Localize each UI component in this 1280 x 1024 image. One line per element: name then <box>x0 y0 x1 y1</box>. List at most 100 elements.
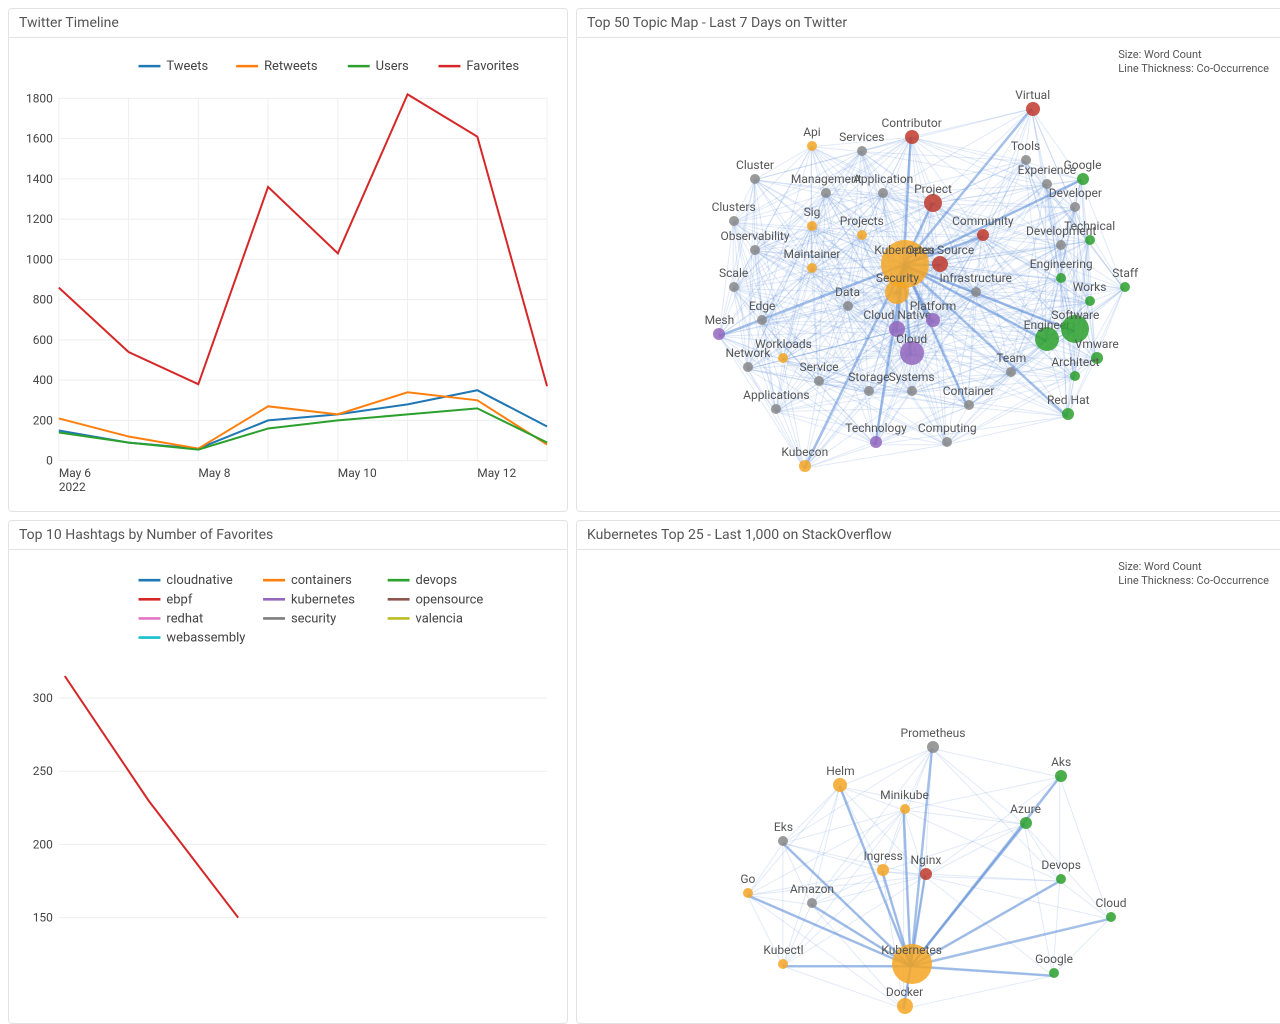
topic-node[interactable] <box>833 778 847 792</box>
topic-node[interactable] <box>964 400 974 410</box>
topic-node[interactable] <box>729 216 739 226</box>
topic-node[interactable] <box>1006 367 1016 377</box>
svg-text:Retweets: Retweets <box>264 59 318 74</box>
topic-node[interactable] <box>1070 371 1080 381</box>
topic-node[interactable] <box>926 313 940 327</box>
topic-node[interactable] <box>864 386 874 396</box>
topic-node[interactable] <box>1085 235 1095 245</box>
topic-node-label: Docker <box>886 985 923 999</box>
topic-node[interactable] <box>881 240 929 288</box>
topic-node[interactable] <box>920 868 932 880</box>
topic-node[interactable] <box>807 263 817 273</box>
topic-node[interactable] <box>1056 240 1066 250</box>
topic-node[interactable] <box>924 194 942 212</box>
topic-node[interactable] <box>1085 296 1095 306</box>
topic-node[interactable] <box>878 188 888 198</box>
chart-stacktop[interactable]: Size: Word Count Line Thickness: Co-Occu… <box>577 550 1280 1023</box>
topic-node[interactable] <box>807 221 817 231</box>
svg-text:containers: containers <box>291 573 352 588</box>
topic-node-label: Container <box>943 384 995 398</box>
panel-title-hashtags: Top 10 Hashtags by Number of Favorites <box>9 521 567 550</box>
topic-node[interactable] <box>778 959 788 969</box>
svg-text:300: 300 <box>33 691 53 705</box>
topic-node[interactable] <box>900 341 924 365</box>
topic-node[interactable] <box>757 315 767 325</box>
topic-node[interactable] <box>729 282 739 292</box>
topic-node[interactable] <box>889 321 905 337</box>
topic-node[interactable] <box>1026 102 1040 116</box>
svg-text:1800: 1800 <box>26 91 53 105</box>
topic-node[interactable] <box>1077 173 1089 185</box>
svg-text:May 10: May 10 <box>338 466 377 480</box>
topic-node[interactable] <box>771 404 781 414</box>
topic-node[interactable] <box>1070 202 1080 212</box>
topic-node[interactable] <box>743 888 753 898</box>
topic-node-label: Staff <box>1112 266 1138 280</box>
topic-node-label: Eks <box>774 820 793 834</box>
topic-node[interactable] <box>857 146 867 156</box>
topic-node[interactable] <box>1061 315 1089 343</box>
svg-text:security: security <box>291 611 336 626</box>
chart-topicmap[interactable]: Size: Word Count Line Thickness: Co-Occu… <box>577 38 1280 511</box>
topic-node-label: Cloud <box>1096 896 1127 910</box>
topic-node[interactable] <box>857 230 867 240</box>
topic-node[interactable] <box>1106 912 1116 922</box>
topic-node[interactable] <box>1055 770 1067 782</box>
topic-node-label: Storage <box>848 370 889 384</box>
svg-text:devops: devops <box>416 573 458 588</box>
panel-title-stacktop: Kubernetes Top 25 - Last 1,000 on StackO… <box>577 521 1280 550</box>
svg-text:cloudnative: cloudnative <box>166 573 232 588</box>
topic-node-label: Platform <box>910 299 957 313</box>
topic-node[interactable] <box>778 836 788 846</box>
chart-timeline[interactable]: TweetsRetweetsUsersFavorites020040060080… <box>9 38 567 511</box>
topic-node[interactable] <box>897 998 913 1014</box>
topic-node[interactable] <box>942 437 952 447</box>
topic-node[interactable] <box>905 130 919 144</box>
topic-node[interactable] <box>971 287 981 297</box>
topic-node[interactable] <box>885 280 909 304</box>
topic-node[interactable] <box>843 301 853 311</box>
topic-node-label: Team <box>996 351 1026 365</box>
topic-node[interactable] <box>1021 155 1031 165</box>
topic-node[interactable] <box>877 864 889 876</box>
topic-node[interactable] <box>1049 968 1059 978</box>
topic-node[interactable] <box>807 898 817 908</box>
topic-node[interactable] <box>821 188 831 198</box>
topic-node-label: Management <box>791 172 862 186</box>
topic-node-label: Technology <box>845 421 906 435</box>
topic-node[interactable] <box>713 328 725 340</box>
topic-node[interactable] <box>892 944 932 984</box>
topic-node[interactable] <box>750 174 760 184</box>
svg-text:0: 0 <box>46 454 53 468</box>
topic-node[interactable] <box>927 741 939 753</box>
topic-node[interactable] <box>814 376 824 386</box>
topic-node[interactable] <box>1056 273 1066 283</box>
topic-node[interactable] <box>977 229 989 241</box>
topic-node[interactable] <box>743 362 753 372</box>
topic-node[interactable] <box>1056 874 1066 884</box>
svg-text:800: 800 <box>33 293 53 307</box>
topic-node[interactable] <box>799 460 811 472</box>
topic-node[interactable] <box>1091 352 1103 364</box>
topic-node-label: Google <box>1035 952 1073 966</box>
topic-node[interactable] <box>1020 817 1032 829</box>
topic-node[interactable] <box>870 436 882 448</box>
topic-node[interactable] <box>1120 282 1130 292</box>
panel-title-topicmap: Top 50 Topic Map - Last 7 Days on Twitte… <box>577 9 1280 38</box>
topic-node[interactable] <box>750 245 760 255</box>
chart-hashtags[interactable]: cloudnativecontainersdevopsebpfkubernete… <box>9 550 567 1023</box>
topic-node-label: Application <box>853 172 913 186</box>
topic-node-label: Google <box>1064 158 1102 172</box>
topic-node[interactable] <box>1035 327 1059 351</box>
topic-node-label: Engineering <box>1030 257 1093 271</box>
topic-node[interactable] <box>932 256 948 272</box>
topic-node[interactable] <box>907 386 917 396</box>
svg-text:May 12: May 12 <box>477 466 516 480</box>
topic-node[interactable] <box>1062 408 1074 420</box>
topic-node[interactable] <box>1042 179 1052 189</box>
topic-node-label: Scale <box>719 266 748 280</box>
topic-node[interactable] <box>807 141 817 151</box>
topic-node-label: Amazon <box>790 882 834 896</box>
topic-node[interactable] <box>778 353 788 363</box>
topic-node[interactable] <box>900 804 910 814</box>
